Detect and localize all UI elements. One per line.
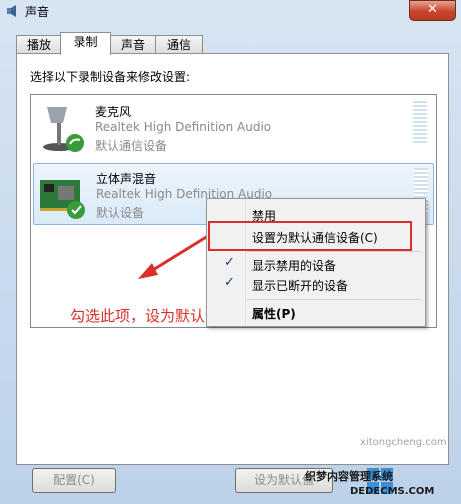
tab-sounds[interactable]: 声音 — [109, 35, 157, 54]
check-icon: ✓ — [224, 275, 235, 290]
device-status: 默认设备 — [96, 206, 145, 220]
menu-gutter-divider — [245, 199, 246, 326]
watermark-url: xitongcheng.com — [360, 437, 447, 448]
device-name: 立体声混音 — [96, 172, 157, 186]
device-name: 麦克风 — [95, 105, 132, 119]
menu-item-properties[interactable]: 属性(P) — [252, 305, 296, 322]
watermark-brand: 织梦内容管理系统 — [305, 470, 393, 483]
menu-separator — [247, 251, 421, 252]
highlight-box — [208, 221, 412, 251]
context-menu: 禁用 设置为默认通信设备(C) ✓ 显示禁用的设备 ✓ 显示已断开的设备 属性(… — [206, 198, 426, 327]
device-item-microphone[interactable]: 麦克风 Realtek High Definition Audio 默认通信设备 — [33, 97, 432, 157]
close-button[interactable]: ✕ — [409, 0, 456, 21]
menu-item-show-disabled[interactable]: 显示禁用的设备 — [252, 257, 336, 274]
speaker-icon — [7, 5, 16, 17]
tab-communications[interactable]: 通信 — [155, 35, 203, 54]
device-status: 默认通信设备 — [95, 139, 168, 153]
device-driver: Realtek High Definition Audio — [95, 120, 272, 134]
level-meter — [413, 101, 427, 145]
menu-separator — [247, 299, 421, 300]
close-icon: ✕ — [427, 2, 438, 17]
watermark-brand-url: DEDECMS.COM — [350, 486, 435, 497]
menu-item-show-disconnected[interactable]: 显示已断开的设备 — [252, 277, 348, 294]
instruction-text: 选择以下录制设备来修改设置: — [30, 70, 191, 84]
microphone-icon — [43, 107, 84, 152]
configure-button[interactable]: 配置(C) — [32, 468, 116, 493]
sound-card-icon — [40, 180, 85, 219]
check-icon: ✓ — [224, 255, 235, 270]
tab-recording[interactable]: 录制 — [60, 32, 111, 55]
tab-playback[interactable]: 播放 — [16, 35, 62, 54]
window-title: 声音 — [25, 5, 50, 19]
sound-dialog: 声音 ✕ 播放 录制 声音 通信 选择以下录制设备来修改设置: 麦克风 Real… — [0, 0, 461, 504]
title-bar: 声音 ✕ — [0, 0, 461, 22]
